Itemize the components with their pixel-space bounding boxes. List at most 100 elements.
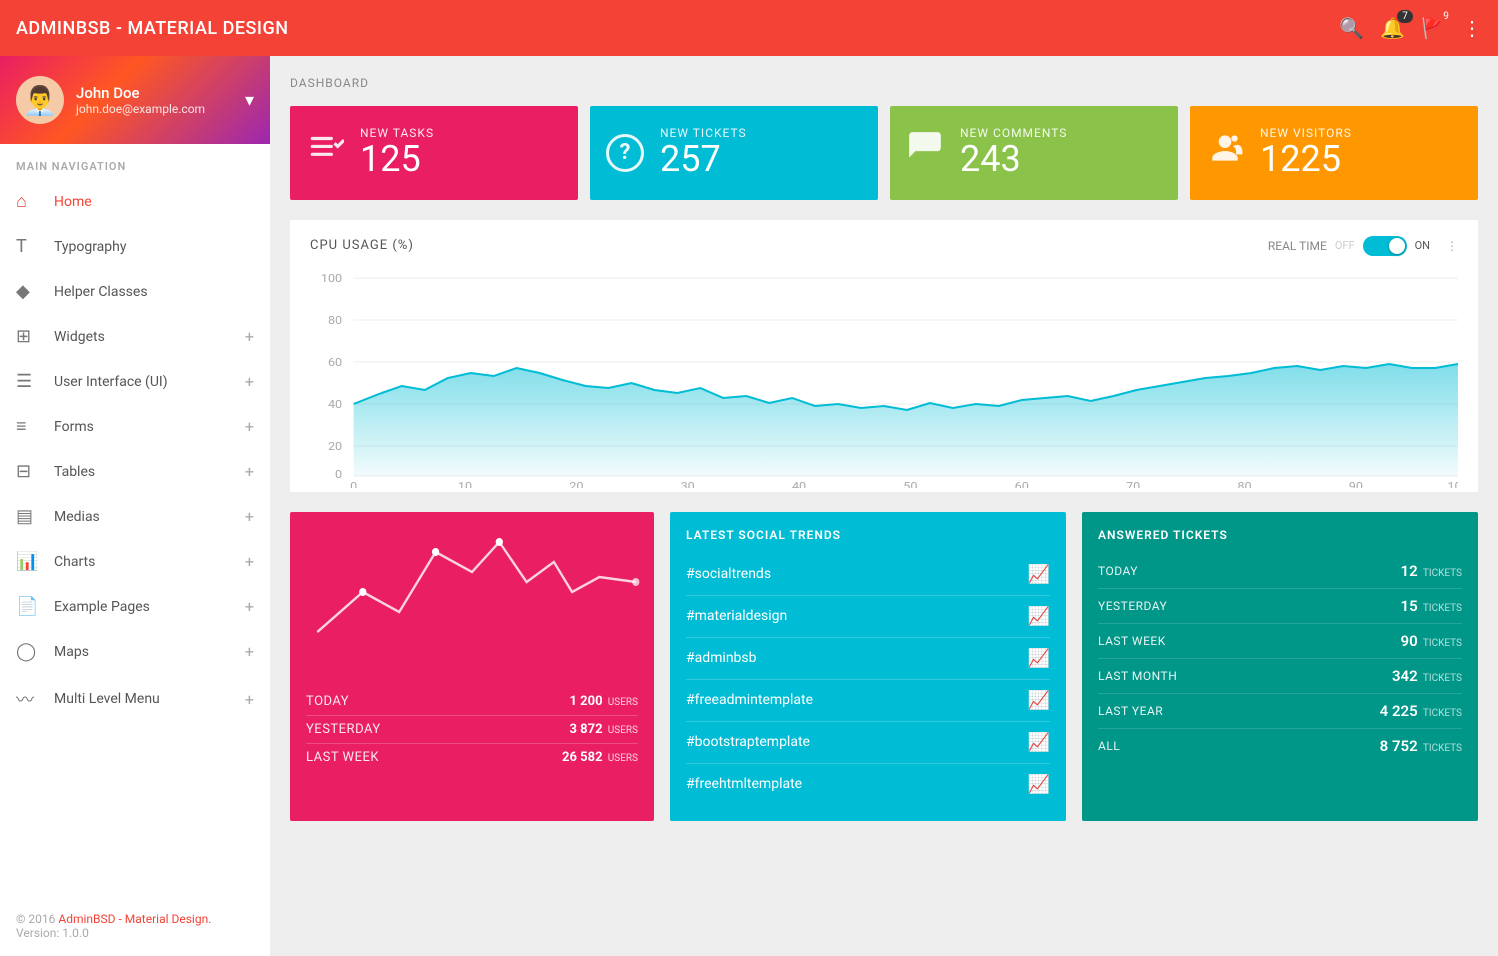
answered-tickets-title: ANSWERED TICKETS bbox=[1098, 528, 1462, 542]
widgets-nav-label: Widgets bbox=[54, 329, 245, 345]
ticket-row-label: YESTERDAY bbox=[1098, 599, 1167, 613]
ticket-row-label: LAST YEAR bbox=[1098, 704, 1163, 718]
main-content: DASHBOARD NEW TASKS 125 ? NEW TICKETS 25… bbox=[270, 56, 1498, 956]
realtime-toggle[interactable] bbox=[1363, 236, 1407, 256]
ticket-row-label: LAST WEEK bbox=[1098, 634, 1166, 648]
tables-nav-label: Tables bbox=[54, 464, 245, 480]
social-trend-tag: #adminbsb bbox=[686, 650, 757, 666]
ticket-row: LAST WEEK 90 TICKETS bbox=[1098, 624, 1462, 659]
ticket-row-value: 15 TICKETS bbox=[1401, 597, 1462, 615]
sidebar-item-example-pages[interactable]: 📄 Example Pages + bbox=[0, 584, 270, 629]
ticket-row-value: 342 TICKETS bbox=[1392, 667, 1462, 685]
chart-more-icon[interactable]: ⋮ bbox=[1446, 239, 1458, 253]
mini-stat-value: 3 872 USERS bbox=[569, 722, 638, 737]
notifications-icon[interactable]: 🔔 7 bbox=[1380, 16, 1405, 40]
ui-expand-icon[interactable]: + bbox=[245, 372, 254, 391]
tasks-stat-value: 125 bbox=[360, 140, 434, 180]
ticket-row-value: 12 TICKETS bbox=[1401, 562, 1462, 580]
charts-nav-label: Charts bbox=[54, 554, 245, 570]
mini-stat-row: TODAY 1 200 USERS bbox=[306, 688, 638, 716]
visitors-stat-icon bbox=[1206, 129, 1244, 176]
example-pages-nav-icon: 📄 bbox=[16, 596, 44, 617]
widgets-expand-icon[interactable]: + bbox=[245, 327, 254, 346]
footer-year: © 2016 bbox=[16, 912, 55, 926]
flags-icon[interactable]: 🚩 9 bbox=[1421, 16, 1446, 40]
svg-text:80: 80 bbox=[328, 313, 342, 326]
topnav: ADMINBSB - MATERIAL DESIGN 🔍 🔔 7 🚩 9 ⋮ bbox=[0, 0, 1498, 56]
medias-expand-icon[interactable]: + bbox=[245, 507, 254, 526]
svg-text:60: 60 bbox=[328, 355, 342, 368]
maps-expand-icon[interactable]: + bbox=[245, 642, 254, 661]
sidebar-item-maps[interactable]: ◯ Maps + bbox=[0, 629, 270, 674]
svg-text:80: 80 bbox=[1237, 479, 1251, 487]
profile-info: John Doe john.doe@example.com bbox=[76, 84, 233, 116]
mini-stat-label: LAST WEEK bbox=[306, 750, 379, 765]
mini-chart-svg bbox=[290, 512, 654, 672]
svg-text:40: 40 bbox=[328, 397, 342, 410]
sidebar-item-multi-level[interactable]: 〰 Multi Level Menu + bbox=[0, 674, 270, 724]
charts-expand-icon[interactable]: + bbox=[245, 552, 254, 571]
ui-nav-icon: ☰ bbox=[16, 371, 44, 392]
mini-stat-value: 1 200 USERS bbox=[569, 694, 638, 709]
tickets-stat-value: 257 bbox=[660, 140, 747, 180]
comments-stat-label: NEW COMMENTS bbox=[960, 126, 1067, 140]
sidebar-item-typography[interactable]: T Typography bbox=[0, 224, 270, 269]
social-trend-up-icon: 📈 bbox=[1028, 690, 1050, 711]
svg-text:90: 90 bbox=[1349, 479, 1363, 487]
svg-text:50: 50 bbox=[903, 479, 917, 487]
svg-text:20: 20 bbox=[328, 439, 342, 452]
social-trend-up-icon: 📈 bbox=[1028, 732, 1050, 753]
social-trend-tag: #freehtmltemplate bbox=[686, 776, 802, 792]
social-trends-title: LATEST SOCIAL TRENDS bbox=[686, 528, 1050, 542]
svg-text:0: 0 bbox=[350, 479, 357, 487]
sidebar-footer: © 2016 AdminBSD - Material Design. Versi… bbox=[0, 896, 270, 956]
app-title: ADMINBSB - MATERIAL DESIGN bbox=[16, 18, 1339, 39]
tasks-stat-info: NEW TASKS 125 bbox=[360, 126, 434, 180]
helper-classes-nav-label: Helper Classes bbox=[54, 284, 254, 300]
sidebar-item-medias[interactable]: ▤ Medias + bbox=[0, 494, 270, 539]
mini-chart-svg-area bbox=[290, 512, 654, 672]
ticket-row: ALL 8 752 TICKETS bbox=[1098, 729, 1462, 763]
sidebar-item-home[interactable]: ⌂ Home bbox=[0, 179, 270, 224]
sidebar-item-helper-classes[interactable]: ◆ Helper Classes bbox=[0, 269, 270, 314]
mini-chart-stats: TODAY 1 200 USERS YESTERDAY 3 872 USERS … bbox=[290, 672, 654, 787]
svg-text:0: 0 bbox=[335, 467, 342, 480]
avatar: 👨‍💼 bbox=[16, 76, 64, 124]
svg-text:60: 60 bbox=[1015, 479, 1029, 487]
sidebar-item-tables[interactable]: ⊟ Tables + bbox=[0, 449, 270, 494]
social-trend-row: #freehtmltemplate 📈 bbox=[686, 764, 1050, 805]
stat-cards: NEW TASKS 125 ? NEW TICKETS 257 NEW COMM… bbox=[290, 106, 1478, 200]
notifications-badge: 7 bbox=[1397, 10, 1413, 23]
ticket-row: TODAY 12 TICKETS bbox=[1098, 554, 1462, 589]
social-trend-up-icon: 📈 bbox=[1028, 648, 1050, 669]
more-icon[interactable]: ⋮ bbox=[1462, 16, 1482, 40]
search-icon[interactable]: 🔍 bbox=[1339, 16, 1364, 40]
forms-nav-label: Forms bbox=[54, 419, 245, 435]
sidebar-item-charts[interactable]: 📊 Charts + bbox=[0, 539, 270, 584]
mini-stat-row: YESTERDAY 3 872 USERS bbox=[306, 716, 638, 744]
stat-card-tasks: NEW TASKS 125 bbox=[290, 106, 578, 200]
multi-level-expand-icon[interactable]: + bbox=[245, 690, 254, 709]
home-nav-label: Home bbox=[54, 194, 254, 210]
ticket-row-value: 90 TICKETS bbox=[1401, 632, 1462, 650]
profile-dropdown-arrow[interactable]: ▾ bbox=[245, 90, 254, 111]
forms-nav-icon: ≡ bbox=[16, 416, 44, 437]
comments-stat-icon bbox=[906, 129, 944, 176]
forms-expand-icon[interactable]: + bbox=[245, 417, 254, 436]
svg-text:30: 30 bbox=[681, 479, 695, 487]
social-trend-up-icon: 📈 bbox=[1028, 564, 1050, 585]
sidebar-item-widgets[interactable]: ⊞ Widgets + bbox=[0, 314, 270, 359]
example-pages-expand-icon[interactable]: + bbox=[245, 597, 254, 616]
sidebar-item-ui[interactable]: ☰ User Interface (UI) + bbox=[0, 359, 270, 404]
social-trend-up-icon: 📈 bbox=[1028, 606, 1050, 627]
chart-title: CPU USAGE (%) bbox=[310, 238, 1268, 253]
tickets-stat-info: NEW TICKETS 257 bbox=[660, 126, 747, 180]
maps-nav-label: Maps bbox=[54, 644, 245, 660]
tables-expand-icon[interactable]: + bbox=[245, 462, 254, 481]
svg-text:40: 40 bbox=[792, 479, 806, 487]
sidebar-item-forms[interactable]: ≡ Forms + bbox=[0, 404, 270, 449]
footer-brand-link[interactable]: AdminBSD - Material Design. bbox=[58, 912, 211, 926]
medias-nav-label: Medias bbox=[54, 509, 245, 525]
tables-nav-icon: ⊟ bbox=[16, 461, 44, 482]
social-trends-card: LATEST SOCIAL TRENDS #socialtrends 📈 #ma… bbox=[670, 512, 1066, 821]
